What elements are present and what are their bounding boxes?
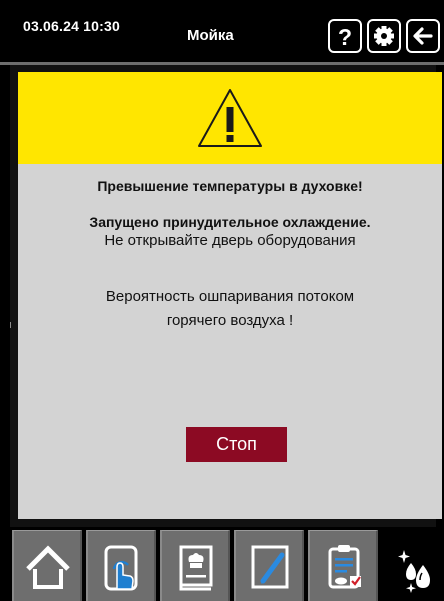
nav-cleaning-button[interactable]	[382, 530, 444, 601]
left-edge-mark	[10, 322, 11, 328]
alert-scald-message-line2: горячего воздуха !	[166, 312, 294, 329]
back-button[interactable]	[406, 19, 440, 53]
nav-edit-button[interactable]	[234, 530, 304, 601]
help-button[interactable]: ?	[328, 19, 362, 53]
touch-program-icon	[104, 545, 138, 591]
recipe-book-icon	[179, 545, 213, 591]
nav-recipes-button[interactable]	[160, 530, 230, 601]
warning-triangle-icon	[198, 89, 262, 147]
edit-pencil-icon	[251, 545, 289, 589]
datetime: 03.06.24 10:30	[23, 18, 120, 34]
settings-button[interactable]	[367, 19, 401, 53]
nav-checklist-button[interactable]	[308, 530, 378, 601]
nav-home-button[interactable]	[12, 530, 82, 601]
svg-text:?: ?	[338, 24, 352, 50]
help-icon: ?	[338, 24, 352, 50]
alert-scald-message-line1: Вероятность ошпаривания потоком	[105, 288, 355, 305]
stop-button[interactable]: Стоп	[186, 427, 287, 462]
cleaning-drops-icon	[398, 550, 430, 593]
page-title: Мойка	[187, 27, 234, 44]
nav-programs-button[interactable]	[86, 530, 156, 601]
top-bar: 03.06.24 10:30 Мойка ?	[0, 0, 444, 66]
alert-title: Превышение температуры в духовке!	[97, 178, 363, 194]
alert-header	[18, 72, 442, 164]
checklist-icon	[328, 545, 361, 589]
back-arrow-icon	[413, 27, 433, 45]
home-icon	[26, 545, 70, 589]
alert-door-message: Не открывайте дверь оборудования	[104, 232, 356, 249]
alert-cooling-message: Запущено принудительное охлаждение.	[89, 214, 371, 230]
gear-icon	[374, 26, 394, 46]
